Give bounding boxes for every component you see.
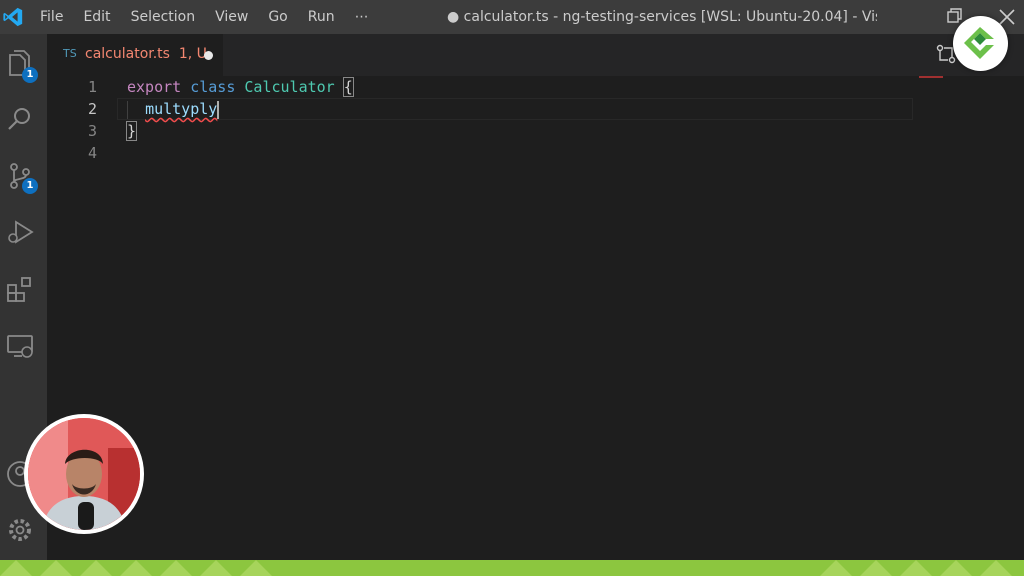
menu-bar: File Edit Selection View Go Run ⋯ <box>40 0 389 34</box>
explorer-button[interactable]: 1 <box>4 47 38 83</box>
remote-explorer-icon <box>7 335 33 358</box>
run-debug-icon <box>8 220 34 244</box>
menu-file[interactable]: File <box>40 9 63 25</box>
presenter-image <box>28 418 140 530</box>
presenter-video <box>28 418 140 530</box>
line-number: 3 <box>87 122 97 140</box>
window-title: ● calculator.ts - ng-testing-services [W… <box>447 9 877 25</box>
source-control-button[interactable]: 1 <box>4 160 38 194</box>
unsaved-dot-icon[interactable] <box>204 51 213 60</box>
extensions-button[interactable] <box>4 273 36 305</box>
gear-icon <box>9 519 31 541</box>
code-editor[interactable]: 1 export class Calculator { 2 multyply 3… <box>47 76 1024 560</box>
brand-logo <box>953 16 1008 71</box>
menu-run[interactable]: Run <box>308 9 335 25</box>
scm-badge: 1 <box>22 178 38 194</box>
minimap-error-marker <box>919 76 943 78</box>
line-number: 2 <box>87 100 97 118</box>
tab-label: calculator.ts 1, U <box>85 46 207 62</box>
vscode-logo-icon <box>3 7 23 27</box>
search-icon <box>8 108 30 130</box>
footer-pattern <box>0 560 1024 576</box>
run-debug-button[interactable] <box>4 216 36 248</box>
menu-edit[interactable]: Edit <box>83 9 110 25</box>
manage-button[interactable] <box>4 514 36 546</box>
line-number: 4 <box>87 144 97 162</box>
menu-more[interactable]: ⋯ <box>355 9 369 25</box>
tab-bar: TS calculator.ts 1, U <box>47 34 1024 76</box>
tab-calculator-ts[interactable]: TS calculator.ts 1, U <box>47 34 223 76</box>
footer-stripe <box>0 560 1024 576</box>
menu-selection[interactable]: Selection <box>131 9 196 25</box>
code-text: } <box>125 121 138 141</box>
search-button[interactable] <box>4 103 36 135</box>
webcam-overlay <box>24 414 144 534</box>
brand-logo-icon <box>964 27 994 59</box>
extensions-icon <box>7 277 31 302</box>
menu-go[interactable]: Go <box>268 9 287 25</box>
code-line: 4 <box>47 142 911 164</box>
explorer-badge: 1 <box>22 67 38 83</box>
code-line: 2 multyply <box>47 98 911 120</box>
code-text: export class Calculator { <box>127 77 354 97</box>
code-line: 1 export class Calculator { <box>47 76 911 98</box>
code-text: multyply <box>127 98 220 120</box>
text-cursor <box>217 100 220 119</box>
title-bar: File Edit Selection View Go Run ⋯ ● calc… <box>0 0 1024 34</box>
remote-explorer-button[interactable] <box>4 330 36 362</box>
menu-view[interactable]: View <box>215 9 248 25</box>
typescript-icon: TS <box>63 47 77 60</box>
code-line: 3 } <box>47 120 911 142</box>
line-number: 1 <box>87 78 97 96</box>
misspelled-identifier: multyply <box>145 100 218 118</box>
